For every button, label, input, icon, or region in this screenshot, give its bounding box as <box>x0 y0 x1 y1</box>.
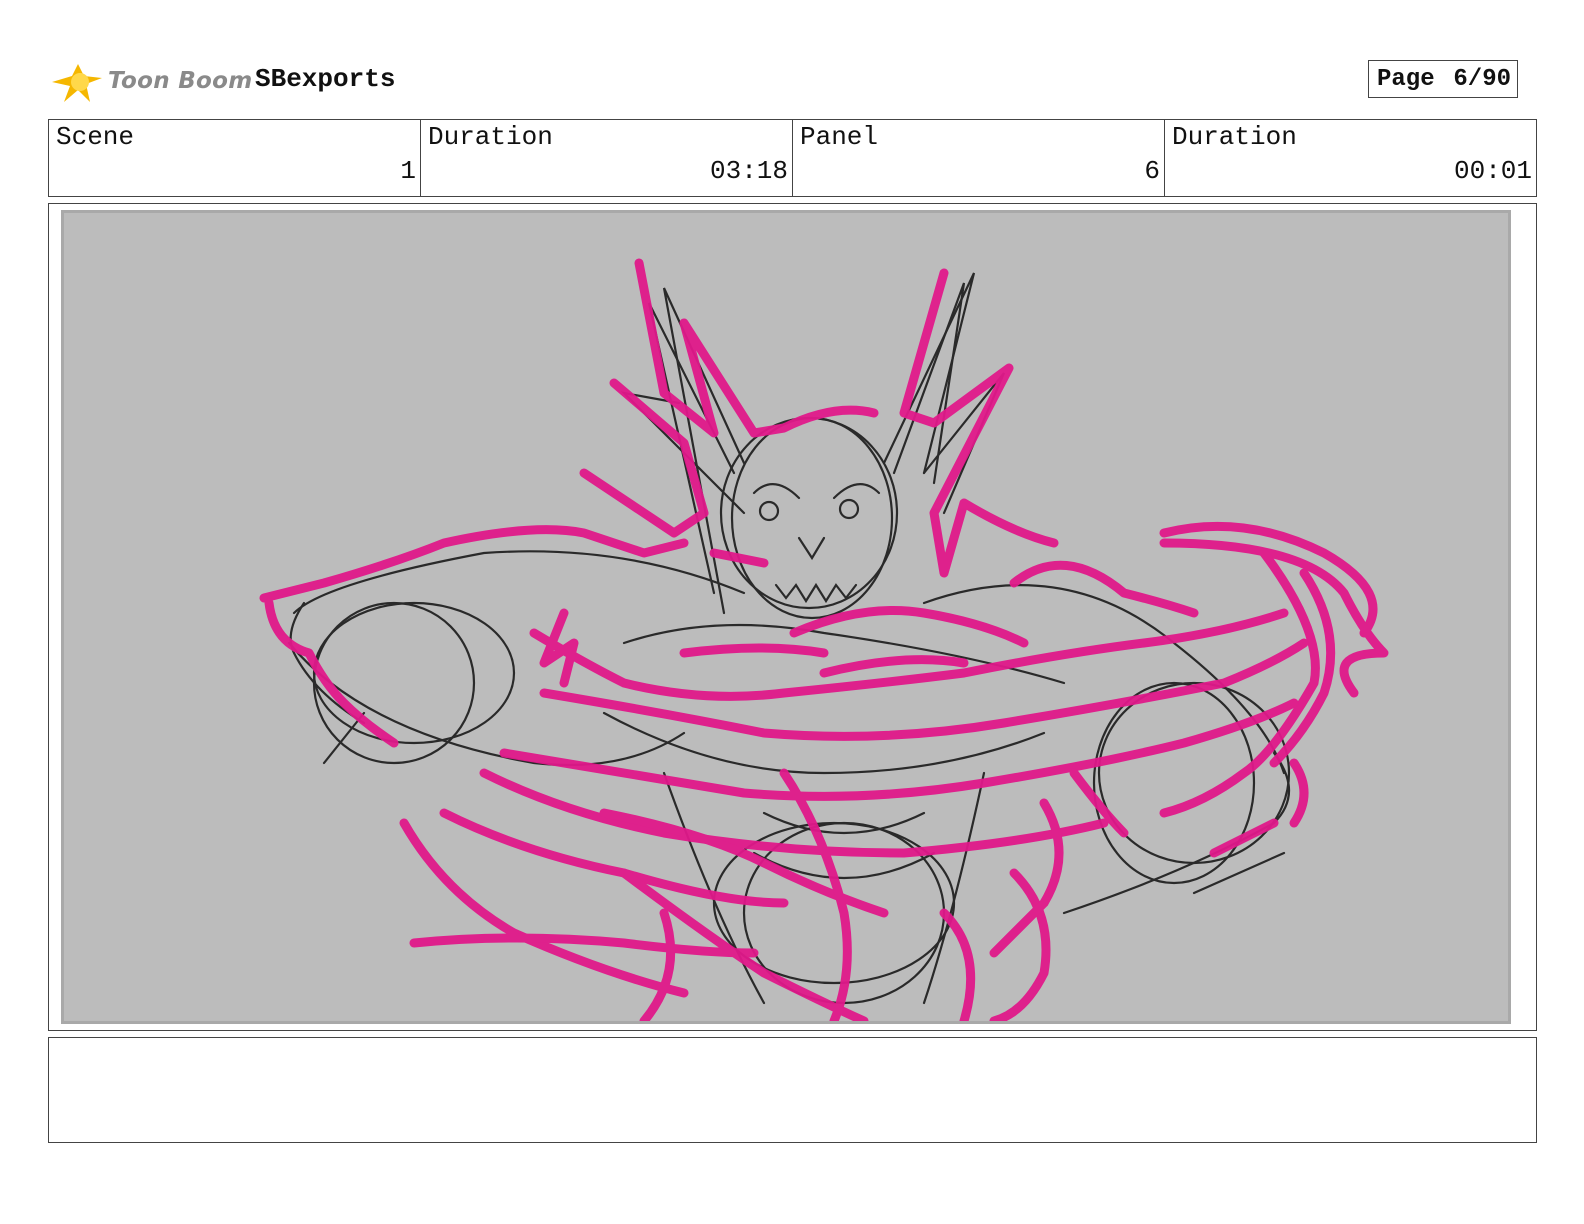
scene-value: 1 <box>400 156 416 186</box>
scene-cell: Scene 1 <box>49 120 421 196</box>
panel-value: 6 <box>1144 156 1160 186</box>
page-indicator: Page 6/90 <box>1368 60 1518 98</box>
starburst-icon <box>52 64 102 102</box>
scene-duration-cell: Duration 03:18 <box>421 120 793 196</box>
sketch-illustration <box>259 258 1389 1021</box>
panel-info-table: Scene 1 Duration 03:18 Panel 6 Duration … <box>48 119 1537 197</box>
scene-duration-label: Duration <box>428 122 553 152</box>
panel-label: Panel <box>800 122 879 152</box>
panel-drawing <box>61 210 1511 1024</box>
panel-duration-label: Duration <box>1172 122 1297 152</box>
scene-label: Scene <box>56 122 135 152</box>
character-sketch-lines <box>287 272 1291 1005</box>
project-title: SBexports <box>255 64 396 94</box>
panel-duration-cell: Duration 00:01 <box>1165 120 1536 196</box>
page-header: Toon Boom SBexports Page 6/90 <box>50 52 1538 108</box>
panel-duration-value: 00:01 <box>1453 156 1532 186</box>
toon-boom-logo: Toon Boom <box>50 56 253 106</box>
page-label: Page <box>1377 65 1435 93</box>
storyboard-panel <box>48 203 1537 1031</box>
panel-notes-box <box>48 1037 1537 1143</box>
energy-effect-strokes <box>259 258 1389 1021</box>
brand-name: Toon Boom <box>108 68 253 94</box>
panel-cell: Panel 6 <box>793 120 1165 196</box>
scene-duration-value: 03:18 <box>709 156 788 186</box>
page-number: 6/90 <box>1453 65 1511 93</box>
